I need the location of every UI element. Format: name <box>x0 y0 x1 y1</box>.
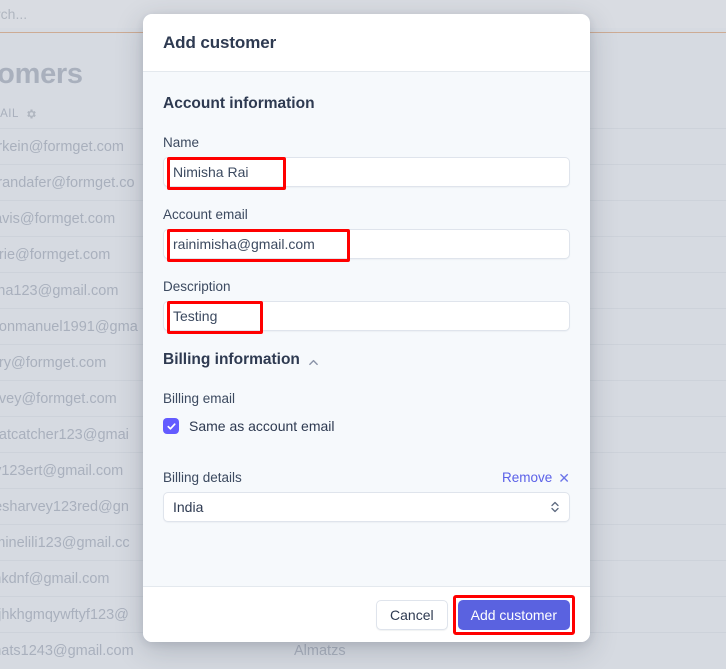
account-email-field-group: Account email rainimisha@gmail.com <box>163 207 570 262</box>
add-customer-button-wrapper: Add customer <box>452 594 575 635</box>
table-cell-email: gfjhkhgmqywftyf123@ <box>0 606 129 623</box>
same-as-account-email-checkbox[interactable] <box>163 418 179 434</box>
add-customer-button[interactable]: Add customer <box>457 599 570 630</box>
billing-details-header-row: Billing details Remove ✕ <box>163 470 570 485</box>
table-cell-email: lmats1243@gmail.com <box>0 642 134 659</box>
column-header-label: MAIL <box>0 108 19 120</box>
chevron-updown-icon <box>550 500 560 514</box>
page-title: stomers <box>0 58 83 90</box>
table-cell-email: sminelili123@gmail.cc <box>0 534 130 551</box>
table-cell-name: Almatzs <box>294 642 346 659</box>
table-cell-email: reatcatcher123@gmai <box>0 426 129 443</box>
cancel-button[interactable]: Cancel <box>376 599 448 630</box>
table-cell-email: larkein@formget.com <box>0 138 125 155</box>
table-cell-email: aina123@gmail.com <box>0 282 119 299</box>
dialog-header: Add customer <box>143 14 590 72</box>
account-email-input[interactable]: rainimisha@gmail.com <box>163 229 570 259</box>
name-label: Name <box>163 135 200 150</box>
account-email-label: Account email <box>163 207 248 222</box>
country-select[interactable]: India <box>163 492 570 522</box>
remove-label: Remove <box>501 470 553 485</box>
remove-billing-details-button[interactable]: Remove ✕ <box>502 470 570 485</box>
billing-email-label: Billing email <box>163 391 236 406</box>
table-cell-email: erry@formget.com <box>0 354 107 371</box>
description-field-group: Description Testing <box>163 279 570 334</box>
description-label: Description <box>163 279 231 294</box>
dialog-footer: Cancel Add customer <box>143 586 590 642</box>
name-field-group: Name Nimisha Rai <box>163 135 570 190</box>
table-cell-email: oy123ert@gmail.com <box>0 462 124 479</box>
dialog-body: Account information Name Nimisha Rai Acc… <box>143 73 590 642</box>
billing-information-toggle[interactable]: Billing information <box>163 351 570 369</box>
dialog-title: Add customer <box>163 32 277 52</box>
table-column-header-email: MAIL <box>0 108 37 120</box>
search-input-placeholder: rch... <box>0 6 28 22</box>
account-email-input-value: rainimisha@gmail.com <box>173 236 315 252</box>
table-cell-email: aronmanuel1991@gma <box>0 318 138 335</box>
same-as-account-email-label: Same as account email <box>189 418 335 434</box>
table-cell-email: arrie@formget.com <box>0 246 111 263</box>
country-select-value: India <box>173 499 204 515</box>
table-cell-email: knkdnf@gmail.com <box>0 570 110 587</box>
table-cell-email: nirandafer@formget.co <box>0 174 135 191</box>
table-cell-email: nesharvey123red@gn <box>0 498 129 515</box>
account-information-heading: Account information <box>163 95 315 112</box>
same-as-account-email-checkbox-row[interactable]: Same as account email <box>163 418 570 434</box>
billing-details-label: Billing details <box>163 470 242 485</box>
description-input-value: Testing <box>173 308 218 324</box>
table-cell-email: arvey@formget.com <box>0 390 117 407</box>
gear-icon[interactable] <box>25 108 37 120</box>
chevron-up-icon <box>308 355 319 366</box>
add-customer-dialog: Add customer Account information Name Ni… <box>143 14 590 642</box>
name-input[interactable]: Nimisha Rai <box>163 157 570 187</box>
billing-information-heading: Billing information <box>163 351 300 368</box>
name-input-value: Nimisha Rai <box>173 164 249 180</box>
close-x-icon: ✕ <box>558 469 570 486</box>
table-cell-email: navis@formget.com <box>0 210 116 227</box>
description-input[interactable]: Testing <box>163 301 570 331</box>
